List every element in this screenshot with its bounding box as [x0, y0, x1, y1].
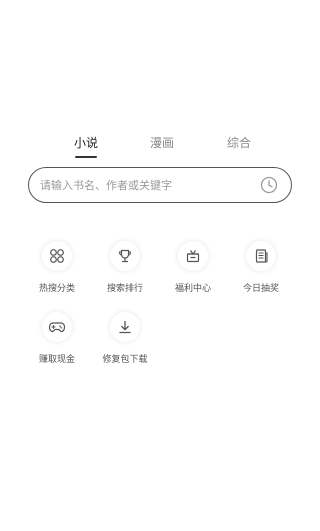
news-icon: [246, 241, 276, 271]
category-grid-icon: [42, 241, 72, 271]
gamepad-icon: [42, 312, 72, 342]
tab-comprehensive-label: 综合: [226, 136, 251, 150]
tab-novel-label: 小说: [73, 136, 98, 150]
download-icon: [110, 312, 140, 342]
shortcut-repair-package-download[interactable]: 修复包下载: [93, 312, 157, 365]
search-input[interactable]: [29, 169, 259, 201]
shortcut-hot-categories[interactable]: 热搜分类: [25, 241, 89, 294]
search-bar[interactable]: [28, 167, 292, 203]
shortcut-label: 热搜分类: [38, 284, 75, 294]
shortcut-label: 赚取现金: [38, 355, 75, 365]
shortcut-search-ranking[interactable]: 搜索排行: [93, 241, 157, 294]
shortcut-label: 福利中心: [174, 284, 211, 294]
tab-comic-label: 漫画: [149, 136, 174, 150]
trophy-icon: [110, 241, 140, 271]
shortcut-label: 今日抽奖: [242, 284, 279, 294]
shortcut-label: 修复包下载: [102, 355, 148, 365]
active-tab-indicator: [75, 156, 97, 158]
shortcut-welfare-center[interactable]: 福利中心: [161, 241, 225, 294]
tab-comprehensive[interactable]: 综合: [209, 134, 269, 152]
tab-comic[interactable]: 漫画: [132, 134, 192, 152]
history-clock-icon[interactable]: [259, 175, 279, 195]
gift-icon: [178, 241, 208, 271]
category-tabs: 小说 漫画 综合: [0, 134, 320, 164]
shortcut-daily-lottery[interactable]: 今日抽奖: [229, 241, 293, 294]
shortcut-earn-cash[interactable]: 赚取现金: [25, 312, 89, 365]
shortcut-label: 搜索排行: [106, 284, 143, 294]
tab-novel[interactable]: 小说: [56, 134, 116, 158]
